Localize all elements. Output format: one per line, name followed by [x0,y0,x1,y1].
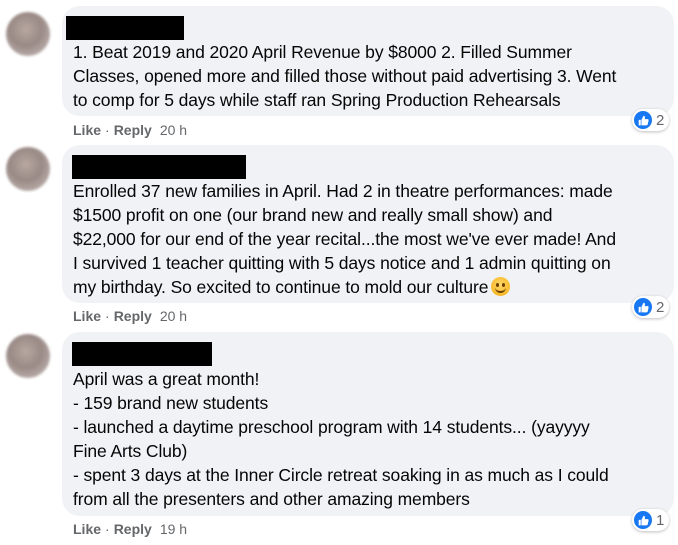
comment-text: April was a great month! - 159 brand new… [73,369,609,509]
comment-text-body: Enrolled 37 new families in April. Had 2… [73,181,616,297]
reaction-summary[interactable]: 1 [632,509,670,531]
reaction-count: 1 [656,511,665,529]
comment-actions: Like · Reply 20 h [73,122,187,138]
separator-dot: · [105,521,110,537]
like-link[interactable]: Like [73,521,101,537]
redacted-author-name[interactable] [72,155,246,179]
reply-link[interactable]: Reply [114,521,152,537]
avatar[interactable] [6,147,50,191]
slightly-smiling-face-emoji [491,277,511,296]
reply-link[interactable]: Reply [114,122,152,138]
like-icon [634,511,652,529]
separator-dot: · [105,308,110,324]
avatar[interactable] [6,12,50,56]
reaction-summary[interactable]: 2 [632,109,670,131]
comment-bubble: April was a great month! - 159 brand new… [62,332,674,516]
like-link[interactable]: Like [73,308,101,324]
timestamp[interactable]: 19 h [160,521,187,537]
reaction-count: 2 [656,298,665,316]
like-icon [634,298,652,316]
avatar[interactable] [6,334,50,378]
reaction-summary[interactable]: 2 [632,296,670,318]
redacted-author-name[interactable] [72,342,212,366]
comment-text: Enrolled 37 new families in April. Had 2… [73,179,673,299]
reply-link[interactable]: Reply [114,308,152,324]
comment-actions: Like · Reply 20 h [73,308,187,324]
like-icon [634,111,652,129]
comment-actions: Like · Reply 19 h [73,521,187,537]
comment-bubble: 1. Beat 2019 and 2020 April Revenue by $… [62,6,674,116]
reaction-count: 2 [656,111,665,129]
timestamp[interactable]: 20 h [160,122,187,138]
timestamp[interactable]: 20 h [160,308,187,324]
comment-bubble: Enrolled 37 new families in April. Had 2… [62,145,674,303]
separator-dot: · [105,122,110,138]
like-link[interactable]: Like [73,122,101,138]
comment-text: 1. Beat 2019 and 2020 April Revenue by $… [73,42,617,110]
redacted-author-name[interactable] [66,16,184,40]
